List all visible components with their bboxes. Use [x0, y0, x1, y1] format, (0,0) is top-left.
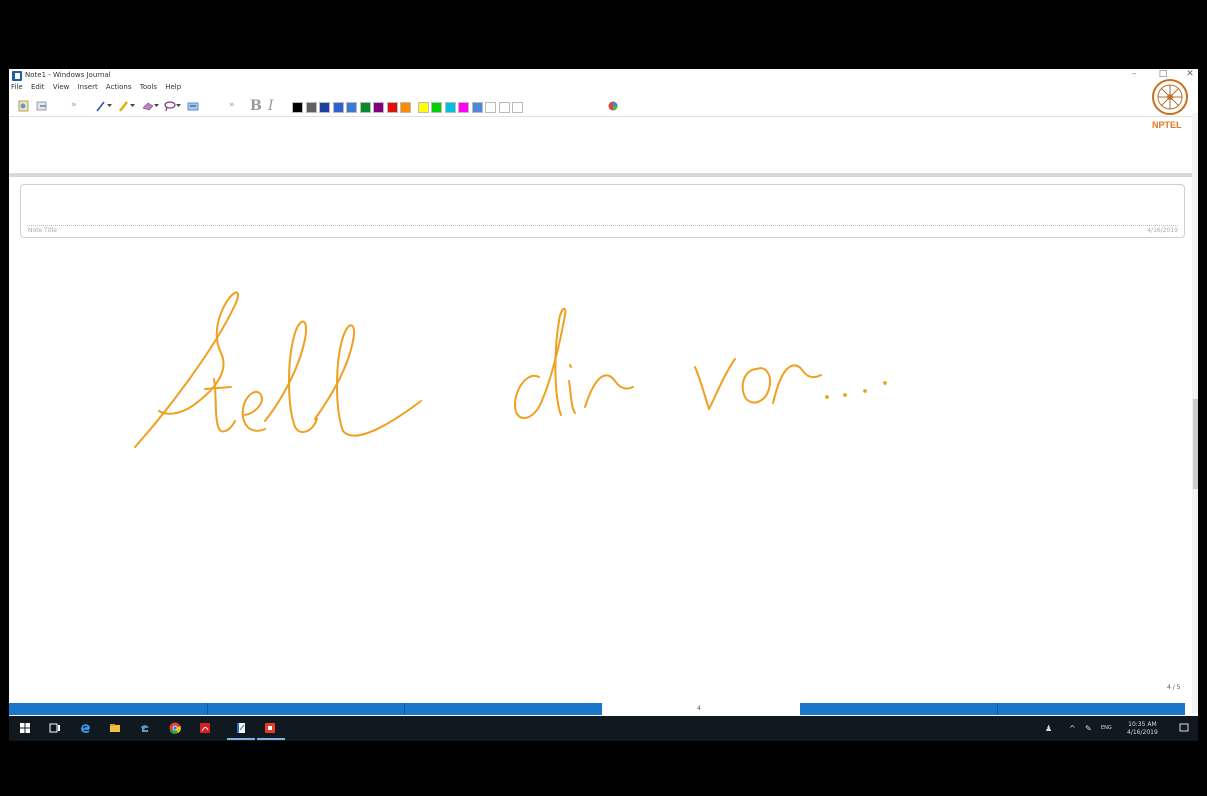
menu-edit[interactable]: Edit [31, 83, 45, 91]
handwriting-ink [134, 291, 887, 448]
highlighter-dropdown-icon[interactable] [130, 99, 135, 113]
highlighter-icon[interactable] [117, 99, 131, 113]
color-swatch[interactable] [319, 102, 330, 113]
file-explorer-icon[interactable] [109, 722, 121, 734]
insert-space-icon[interactable] [186, 99, 200, 113]
acrobat-icon[interactable] [199, 722, 211, 734]
tab-divider [207, 703, 208, 715]
pen-dropdown-icon[interactable] [107, 99, 112, 113]
color-swatch[interactable] [485, 102, 496, 113]
ink-stroke-o [741, 367, 771, 404]
ink-stroke-S [134, 291, 239, 448]
ink-stroke-r2 [772, 364, 822, 404]
color-swatch[interactable] [417, 102, 429, 113]
clock[interactable]: 10:35 AM 4/16/2019 [1127, 721, 1158, 737]
app-red-icon[interactable] [264, 722, 276, 734]
color-swatch[interactable] [498, 102, 510, 113]
menu-tools[interactable]: Tools [140, 83, 157, 91]
tab-divider [404, 703, 405, 715]
page-tabs-right[interactable] [800, 703, 1185, 715]
language-indicator[interactable]: ENG [1101, 725, 1112, 731]
ink-stroke-i [568, 364, 576, 414]
ink-stroke-l2 [314, 324, 422, 437]
pen-icon[interactable] [94, 99, 108, 113]
color-swatch[interactable] [292, 102, 303, 113]
toolbar: » » B I [9, 96, 1198, 117]
color-swatch[interactable] [444, 102, 456, 113]
clock-time: 10:35 AM [1128, 721, 1157, 728]
clock-date: 4/16/2019 [1127, 729, 1158, 736]
eraser-icon[interactable] [141, 99, 155, 113]
task-view-icon[interactable] [49, 722, 61, 734]
menu-help[interactable]: Help [165, 83, 181, 91]
tab-divider [997, 703, 998, 715]
color-swatch[interactable] [305, 102, 317, 113]
ink-stroke-d [514, 307, 567, 419]
ink-dot-2 [843, 393, 847, 397]
notifications-icon[interactable] [1179, 723, 1189, 733]
active-app-indicator [257, 738, 285, 740]
edge-icon[interactable] [79, 722, 91, 734]
lasso-dropdown-icon[interactable] [176, 99, 181, 113]
active-app-indicator [227, 738, 255, 740]
bold-button[interactable]: B [250, 98, 262, 114]
menu-insert[interactable]: Insert [78, 83, 98, 91]
note-title-placeholder: Note Title [28, 227, 57, 234]
color-swatch[interactable] [471, 102, 483, 113]
color-swatch[interactable] [373, 102, 384, 113]
menu-file[interactable]: File [11, 83, 23, 91]
pen-workspace-icon[interactable]: ✎ [1085, 724, 1092, 733]
page-divider [9, 173, 1198, 177]
journal-icon[interactable] [235, 722, 247, 734]
page-tabs-left[interactable] [9, 703, 602, 715]
new-note-icon[interactable] [17, 99, 31, 113]
journal-app-icon [12, 71, 22, 81]
minimize-button[interactable]: – [1127, 69, 1141, 79]
people-icon[interactable]: ♟ [1045, 724, 1052, 733]
open-note-icon[interactable] [35, 99, 49, 113]
media-icon[interactable] [139, 722, 151, 734]
title-bar: Note1 - Windows Journal – □ ✕ [9, 69, 1198, 83]
ink-dot-4 [883, 381, 887, 385]
toolbar-overflow-icon-2[interactable]: » [229, 100, 235, 110]
menu-actions[interactable]: Actions [106, 83, 132, 91]
title-rule [27, 225, 1178, 226]
lasso-select-icon[interactable] [163, 99, 177, 113]
tray-chevron-icon[interactable]: ^ [1069, 724, 1076, 733]
color-swatch[interactable] [512, 102, 523, 113]
ink-dot-3 [863, 389, 867, 393]
ink-stroke-v [694, 358, 736, 410]
color-swatch[interactable] [400, 102, 411, 113]
menu-view[interactable]: View [53, 83, 70, 91]
italic-button[interactable]: I [268, 98, 274, 114]
taskbar: ♟ ^ ✎ ENG 10:35 AM 4/16/2019 [9, 716, 1198, 741]
color-chooser-icon[interactable] [606, 99, 620, 113]
color-swatch[interactable] [359, 102, 371, 113]
start-icon[interactable] [19, 722, 31, 734]
note-title-area[interactable]: Note Title 4/16/2019 [20, 184, 1185, 238]
ink-dot-1 [825, 395, 829, 399]
scrollbar-thumb[interactable] [1193, 399, 1198, 489]
ink-stroke-e [241, 390, 266, 432]
ink-stroke-t [204, 378, 236, 433]
ink-stroke-r [584, 374, 634, 408]
color-swatch[interactable] [458, 102, 469, 113]
chrome-icon[interactable] [169, 722, 181, 734]
app-window: Note1 - Windows Journal – □ ✕ File Edit … [9, 69, 1198, 741]
color-swatch[interactable] [386, 102, 398, 113]
page-number: 4 [697, 705, 701, 712]
toolbar-overflow-icon[interactable]: » [71, 100, 77, 110]
menu-bar: File Edit View Insert Actions Tools Help [11, 83, 187, 95]
nptel-logo-text: NPTEL [1152, 120, 1182, 130]
eraser-dropdown-icon[interactable] [154, 99, 159, 113]
color-swatch[interactable] [332, 102, 344, 113]
ink-stroke-l1 [264, 320, 318, 434]
note-date: 4/16/2019 [1147, 227, 1178, 234]
page-counter: 4 / 5 [1167, 684, 1181, 691]
color-swatch[interactable] [431, 102, 442, 113]
window-title: Note1 - Windows Journal [25, 71, 111, 79]
color-swatch[interactable] [346, 102, 357, 113]
